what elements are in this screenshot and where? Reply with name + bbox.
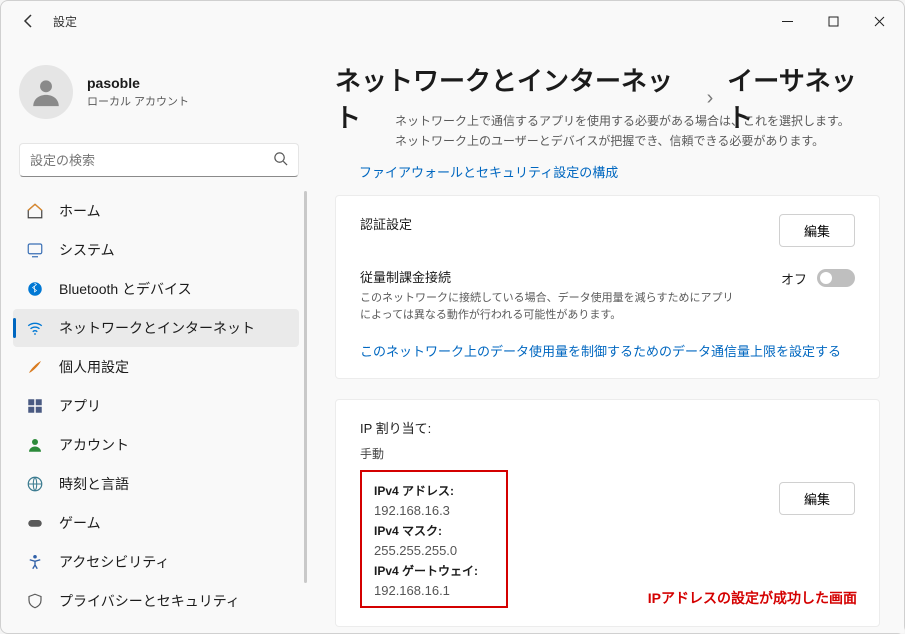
search-icon — [273, 151, 288, 169]
sidebar-item-system[interactable]: システム — [13, 231, 299, 269]
wifi-icon — [25, 318, 45, 338]
ip-assignment-mode: 手動 — [360, 445, 855, 462]
ipv4-address-label: IPv4 アドレス: — [374, 482, 494, 499]
metered-label: 従量制課金接続 — [360, 267, 740, 286]
main: ネットワークとインターネット › イーサネット ネットワーク上で通信するアプリを… — [311, 41, 904, 633]
sidebar-item-label: ホーム — [59, 201, 101, 221]
sidebar-item-apps[interactable]: アプリ — [13, 387, 299, 425]
sidebar-item-time-language[interactable]: 時刻と言語 — [13, 465, 299, 503]
ipv4-gateway-value: 192.168.16.1 — [374, 583, 494, 598]
data-limit-link[interactable]: このネットワーク上のデータ使用量を制御するためのデータ通信量上限を設定する — [360, 341, 855, 360]
gamepad-icon — [25, 513, 45, 533]
sidebar-item-label: アプリ — [59, 396, 101, 416]
minimize-button[interactable] — [764, 3, 810, 39]
chevron-right-icon: › — [707, 87, 714, 110]
auth-label: 認証設定 — [360, 214, 412, 233]
settings-card: 認証設定 編集 従量制課金接続 このネットワークに接続している場合、データ使用量… — [335, 195, 880, 379]
sidebar-item-label: 時刻と言語 — [59, 474, 129, 494]
sidebar-item-label: システム — [59, 240, 115, 260]
search-input[interactable] — [30, 153, 273, 168]
profile-name: pasoble — [87, 75, 189, 91]
sidebar-item-gaming[interactable]: ゲーム — [13, 504, 299, 542]
sidebar-item-personalization[interactable]: 個人用設定 — [13, 348, 299, 386]
sidebar-item-label: ゲーム — [59, 513, 101, 533]
globe-icon — [25, 474, 45, 494]
sidebar-item-bluetooth[interactable]: Bluetooth とデバイス — [13, 270, 299, 308]
ipv4-mask-label: IPv4 マスク: — [374, 522, 494, 539]
sidebar-item-privacy[interactable]: プライバシーとセキュリティ — [13, 582, 299, 620]
close-button[interactable] — [856, 3, 902, 39]
maximize-button[interactable] — [810, 3, 856, 39]
ip-assignment-label: IP 割り当て: — [360, 418, 855, 437]
sidebar-item-label: アカウント — [59, 435, 129, 455]
sidebar-item-accessibility[interactable]: アクセシビリティ — [13, 543, 299, 581]
search-input-wrapper[interactable] — [19, 143, 299, 177]
sidebar-item-label: プライバシーとセキュリティ — [59, 591, 240, 611]
window-title: 設定 — [53, 13, 77, 30]
metered-toggle-state: オフ — [781, 269, 807, 288]
titlebar: 設定 — [1, 1, 904, 41]
apps-icon — [25, 396, 45, 416]
avatar — [19, 65, 73, 119]
ipv4-gateway-label: IPv4 ゲートウェイ: — [374, 562, 494, 579]
metered-toggle[interactable] — [817, 269, 855, 287]
sidebar-item-label: ネットワークとインターネット — [59, 318, 255, 338]
network-profile-desc: ネットワーク上で通信するアプリを使用する必要がある場合は、これを選択します。ネッ… — [335, 111, 855, 152]
sidebar-item-accounts[interactable]: アカウント — [13, 426, 299, 464]
system-icon — [25, 240, 45, 260]
profile-account-type: ローカル アカウント — [87, 93, 189, 109]
scrollbar[interactable] — [304, 191, 307, 583]
home-icon — [25, 201, 45, 221]
person-icon — [25, 435, 45, 455]
firewall-link[interactable]: ファイアウォールとセキュリティ設定の構成 — [335, 162, 618, 181]
metered-desc: このネットワークに接続している場合、データ使用量を減らすためにアプリによっては異… — [360, 290, 740, 325]
ip-edit-button[interactable]: 編集 — [779, 482, 855, 515]
sidebar-item-label: Bluetooth とデバイス — [59, 279, 192, 299]
auth-edit-button[interactable]: 編集 — [779, 214, 855, 247]
ip-assignment-card: IP 割り当て: 手動 IPv4 アドレス: 192.168.16.3 IPv4… — [335, 399, 880, 627]
ipv4-mask-value: 255.255.255.0 — [374, 543, 494, 558]
ip-values-highlight: IPv4 アドレス: 192.168.16.3 IPv4 マスク: 255.25… — [360, 470, 508, 608]
profile[interactable]: pasoble ローカル アカウント — [7, 45, 311, 141]
brush-icon — [25, 357, 45, 377]
sidebar-item-label: 個人用設定 — [59, 357, 129, 377]
bluetooth-icon — [25, 279, 45, 299]
ipv4-address-value: 192.168.16.3 — [374, 503, 494, 518]
back-button[interactable] — [19, 11, 39, 31]
annotation-text: IPアドレスの設定が成功した画面 — [648, 588, 857, 608]
accessibility-icon — [25, 552, 45, 572]
sidebar-item-home[interactable]: ホーム — [13, 192, 299, 230]
sidebar-item-network[interactable]: ネットワークとインターネット — [13, 309, 299, 347]
sidebar-item-label: アクセシビリティ — [59, 552, 169, 572]
shield-icon — [25, 591, 45, 611]
sidebar: pasoble ローカル アカウント ホーム — [1, 41, 311, 633]
